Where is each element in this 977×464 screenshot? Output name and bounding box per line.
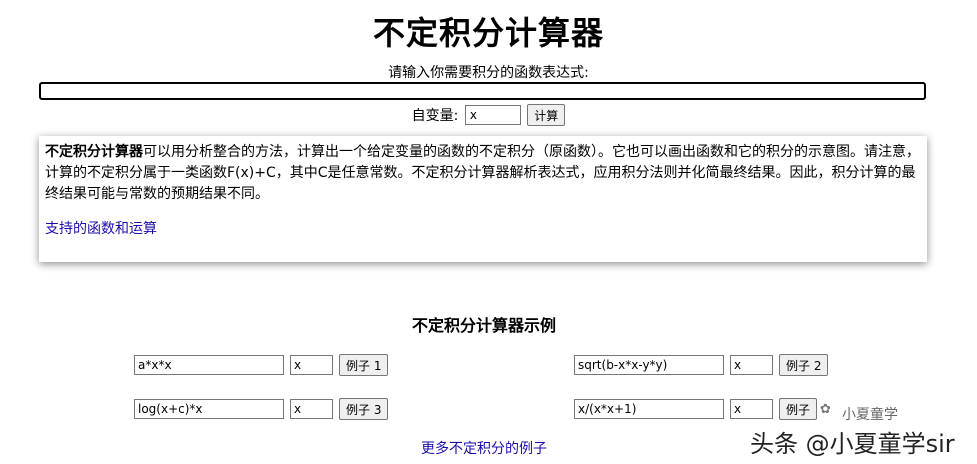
example-1-button[interactable]: 例子 1 bbox=[339, 354, 389, 376]
example-4-expression[interactable] bbox=[574, 399, 724, 419]
example-2: 例子 2 bbox=[574, 354, 829, 376]
page-title: 不定积分计算器 bbox=[372, 14, 604, 52]
expression-prompt: 请输入你需要积分的函数表达式: bbox=[388, 65, 589, 81]
supported-functions-link[interactable]: 支持的函数和运算 bbox=[45, 219, 921, 240]
example-1: 例子 1 bbox=[134, 354, 389, 376]
info-text: 可以用分析整合的方法，计算出一个给定变量的函数的不定积分（原函数）。它也可以画出… bbox=[45, 144, 920, 202]
info-box: 不定积分计算器可以用分析整合的方法，计算出一个给定变量的函数的不定积分（原函数）… bbox=[39, 136, 927, 262]
example-4-button[interactable]: 例子 bbox=[779, 398, 818, 420]
variable-row: 自变量: 计算 bbox=[0, 104, 977, 126]
example-4: 例子 bbox=[574, 398, 818, 420]
watermark-large: 头条 @小夏童学sir bbox=[750, 430, 955, 458]
example-2-button[interactable]: 例子 2 bbox=[779, 354, 829, 376]
example-3: 例子 3 bbox=[134, 398, 389, 420]
examples-title: 不定积分计算器示例 bbox=[411, 316, 556, 335]
calculate-button[interactable]: 计算 bbox=[527, 104, 566, 126]
example-3-variable[interactable] bbox=[290, 399, 333, 419]
expression-input[interactable] bbox=[39, 82, 926, 100]
example-1-variable[interactable] bbox=[290, 355, 333, 375]
watermark-icon: ✿ bbox=[820, 402, 831, 417]
variable-label: 自变量: bbox=[411, 108, 459, 124]
example-2-variable[interactable] bbox=[730, 355, 773, 375]
watermark-small: 小夏童学 bbox=[842, 407, 898, 423]
variable-input[interactable] bbox=[464, 105, 521, 125]
info-bold-lead: 不定积分计算器 bbox=[45, 144, 143, 160]
example-3-button[interactable]: 例子 3 bbox=[339, 398, 389, 420]
example-4-variable[interactable] bbox=[730, 399, 773, 419]
example-2-expression[interactable] bbox=[574, 355, 724, 375]
example-1-expression[interactable] bbox=[134, 355, 284, 375]
example-3-expression[interactable] bbox=[134, 399, 284, 419]
